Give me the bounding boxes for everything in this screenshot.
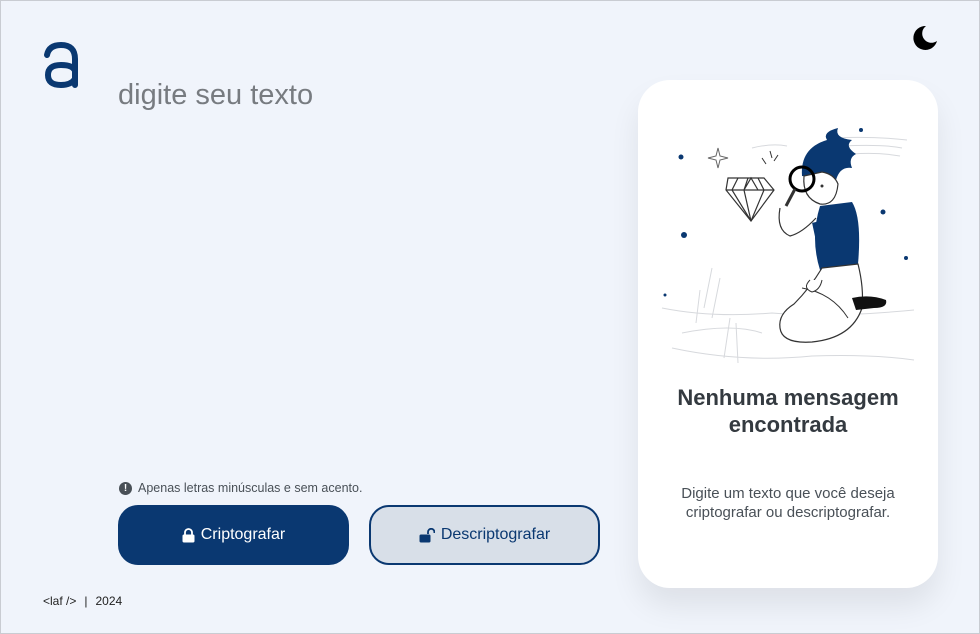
person-searching-illustration <box>661 128 915 364</box>
footer-brand: <laf /> <box>43 594 77 608</box>
encrypt-button-label: Criptografar <box>200 526 286 543</box>
lock-icon <box>182 527 195 542</box>
info-icon: ! <box>119 481 132 495</box>
output-title: Nenhuma mensagem encontrada <box>677 385 899 437</box>
footer-year: 2024 <box>95 594 123 608</box>
footer: <laf /> | 2024 <box>43 594 122 608</box>
output-card: Nenhuma mensagem encontrada Digite um te… <box>638 80 938 588</box>
moon-icon[interactable] <box>909 23 939 53</box>
decrypt-button-label: Descriptografar <box>440 526 551 543</box>
unlock-icon <box>419 527 435 542</box>
encrypt-button[interactable]: Criptografar <box>118 505 349 565</box>
input-hint: ! Apenas letras minúsculas e sem acento. <box>119 481 362 495</box>
message-input[interactable] <box>118 79 598 459</box>
hint-text: Apenas letras minúsculas e sem acento. <box>138 481 363 495</box>
logo-icon <box>44 41 78 89</box>
output-description: Digite um texto que você deseja criptogr… <box>681 485 895 521</box>
footer-separator: | <box>84 594 88 608</box>
decrypt-button[interactable]: Descriptografar <box>369 505 600 565</box>
